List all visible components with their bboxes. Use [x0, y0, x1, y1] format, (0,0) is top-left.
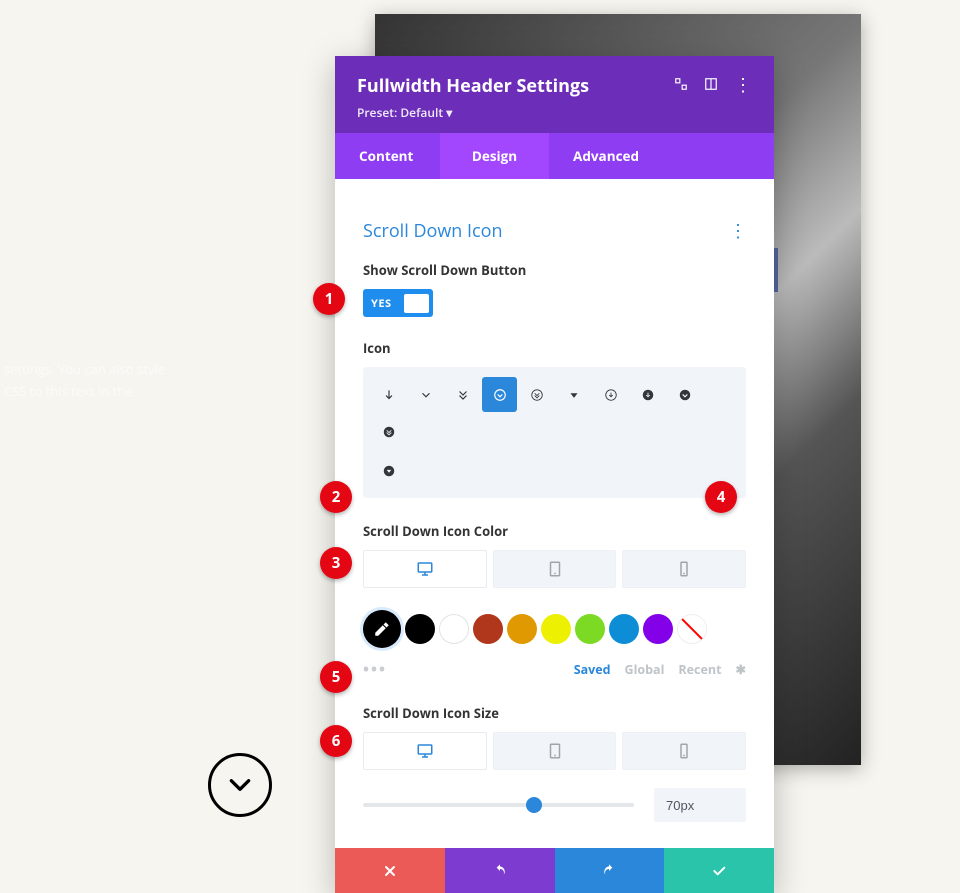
expand-icon[interactable]: [674, 74, 688, 96]
icon-option-caret[interactable]: [556, 377, 591, 412]
slider-thumb[interactable]: [526, 797, 542, 813]
icon-option-circle-filled-arrow[interactable]: [630, 377, 665, 412]
size-device-tabs: [363, 732, 746, 770]
swatch-yellow[interactable]: [541, 614, 571, 644]
device-tab-desktop-color[interactable]: [363, 550, 487, 588]
swatch-black[interactable]: [405, 614, 435, 644]
device-tab-phone-size[interactable]: [622, 732, 746, 770]
swatch-green[interactable]: [575, 614, 605, 644]
device-tab-tablet-size[interactable]: [493, 732, 617, 770]
icon-option-circle-arrow[interactable]: [593, 377, 628, 412]
color-swatches: [363, 610, 746, 648]
palette-tab-recent[interactable]: Recent: [678, 661, 721, 678]
tab-bar: Content Design Advanced: [335, 133, 774, 179]
tab-advanced[interactable]: Advanced: [549, 133, 774, 179]
swatch-orange[interactable]: [507, 614, 537, 644]
eyedropper-button[interactable]: [363, 610, 401, 648]
size-input[interactable]: [654, 788, 746, 822]
color-device-tabs: [363, 550, 746, 588]
show-scroll-label: Show Scroll Down Button: [363, 261, 746, 279]
save-button[interactable]: [664, 848, 774, 893]
panel-right-marker: [774, 248, 778, 292]
icon-option-chevron[interactable]: [408, 377, 443, 412]
panel-footer: [335, 848, 774, 893]
color-field-label: Scroll Down Icon Color: [363, 522, 746, 540]
section-menu-icon[interactable]: ⋮: [729, 219, 746, 243]
palette-more-icon[interactable]: •••: [363, 658, 387, 680]
annotation-4: 4: [705, 481, 737, 513]
show-scroll-toggle[interactable]: YES: [363, 289, 433, 317]
icon-option-arrow-down[interactable]: [371, 377, 406, 412]
tab-content[interactable]: Content: [335, 133, 440, 179]
device-tab-desktop-size[interactable]: [363, 732, 487, 770]
toggle-text: YES: [371, 296, 392, 311]
size-field-label: Scroll Down Icon Size: [363, 704, 746, 722]
more-icon[interactable]: ⋮: [734, 76, 752, 94]
toggle-knob: [404, 294, 429, 313]
icon-option-circle-filled-caret[interactable]: [371, 453, 406, 488]
annotation-3: 3: [320, 547, 352, 579]
icon-picker-grid: [363, 367, 746, 498]
palette-settings-icon[interactable]: ✱: [736, 661, 746, 678]
panel-title: Fullwidth Header Settings: [357, 74, 589, 98]
layout-icon[interactable]: [704, 74, 718, 96]
swatch-none[interactable]: [677, 614, 707, 644]
tab-design[interactable]: Design: [440, 133, 549, 179]
annotation-2: 2: [320, 481, 352, 513]
icon-option-double-chevron[interactable]: [445, 377, 480, 412]
undo-button[interactable]: [445, 848, 555, 893]
palette-tab-saved[interactable]: Saved: [574, 661, 611, 678]
annotation-6: 6: [320, 725, 352, 757]
swatch-blue[interactable]: [609, 614, 639, 644]
annotation-5: 5: [320, 661, 352, 693]
background-text: settings. You can also style CSS to this…: [0, 358, 185, 402]
device-tab-tablet-color[interactable]: [493, 550, 617, 588]
palette-tab-global[interactable]: Global: [625, 661, 665, 678]
chevron-down-icon: [227, 772, 253, 798]
panel-header: Fullwidth Header Settings Preset: Defaul…: [335, 56, 774, 133]
swatch-white[interactable]: [439, 614, 469, 644]
annotation-1: 1: [313, 283, 345, 315]
size-slider[interactable]: [363, 803, 634, 807]
swatch-red[interactable]: [473, 614, 503, 644]
cancel-button[interactable]: [335, 848, 445, 893]
device-tab-phone-color[interactable]: [622, 550, 746, 588]
redo-button[interactable]: [555, 848, 665, 893]
settings-panel: Fullwidth Header Settings Preset: Defaul…: [335, 56, 774, 893]
preset-dropdown[interactable]: Preset: Default ▾: [357, 104, 589, 121]
icon-option-circle-filled-double[interactable]: [371, 414, 406, 449]
icon-field-label: Icon: [363, 339, 746, 357]
icon-option-circle-double[interactable]: [519, 377, 554, 412]
scroll-down-preview-icon: [208, 753, 272, 817]
section-title: Scroll Down Icon: [363, 219, 503, 243]
icon-option-circle-filled-chevron[interactable]: [667, 377, 702, 412]
icon-option-circle-chevron-selected[interactable]: [482, 377, 517, 412]
swatch-purple[interactable]: [643, 614, 673, 644]
